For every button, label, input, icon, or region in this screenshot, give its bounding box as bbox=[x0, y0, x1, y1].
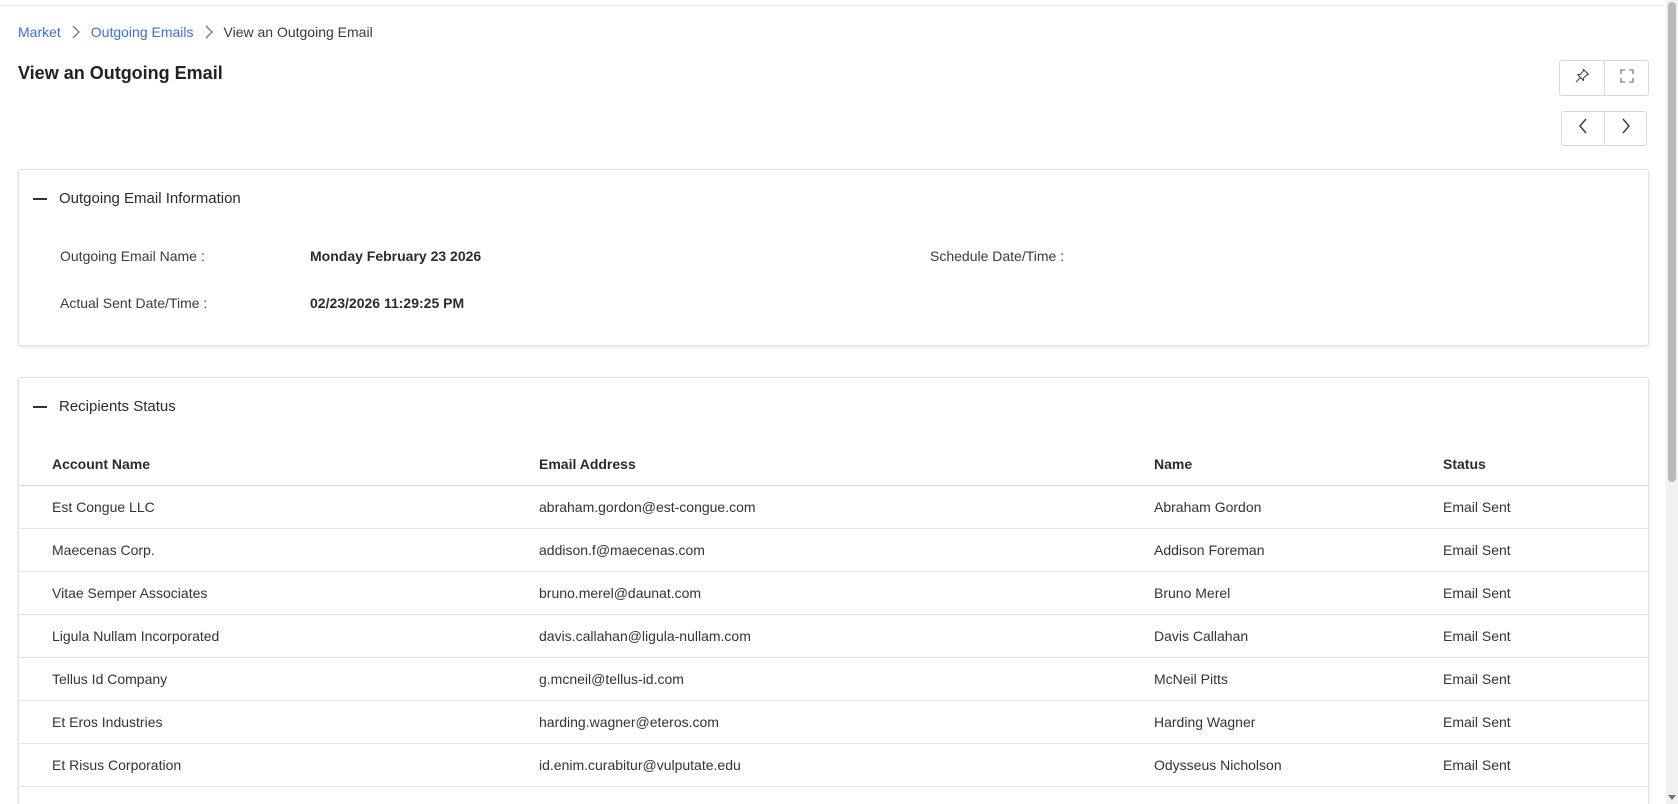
scrollbar-thumb[interactable] bbox=[1668, 2, 1676, 482]
outgoing-email-name-value: Monday February 23 2026 bbox=[310, 248, 482, 264]
account-name-cell: Et Risus Corporation bbox=[19, 743, 539, 787]
table-row[interactable]: Et Risus Corporation id.enim.curabitur@v… bbox=[19, 743, 1648, 787]
status-cell: Email Sent bbox=[1443, 743, 1648, 787]
previous-record-button[interactable] bbox=[1562, 112, 1604, 145]
name-cell: Odysseus Nicholson bbox=[1154, 743, 1443, 787]
chevron-right-icon bbox=[1621, 118, 1631, 139]
outgoing-email-name-label: Outgoing Email Name : bbox=[60, 248, 205, 264]
email-address-cell: harding.wagner@eteros.com bbox=[539, 700, 1154, 744]
name-cell: Abraham Gordon bbox=[1154, 485, 1443, 529]
record-navigation bbox=[1561, 111, 1647, 146]
outgoing-email-info-panel: Outgoing Email Information Outgoing Emai… bbox=[18, 169, 1649, 346]
account-name-cell: Maecenas Corp. bbox=[19, 528, 539, 572]
column-header-email-address[interactable]: Email Address bbox=[539, 448, 1154, 486]
section-title: Recipients Status bbox=[59, 398, 176, 415]
email-address-cell: bruno.merel@daunat.com bbox=[539, 571, 1154, 615]
table-row[interactable]: Tellus Id Company g.mcneil@tellus-id.com… bbox=[19, 657, 1648, 701]
name-cell: Bruno Merel bbox=[1154, 571, 1443, 615]
recipients-table: Account Name Email Address Name Status E… bbox=[19, 448, 1648, 787]
section-header: Recipients Status bbox=[33, 398, 176, 415]
top-border bbox=[0, 0, 1664, 6]
table-row[interactable]: Et Eros Industries harding.wagner@eteros… bbox=[19, 700, 1648, 744]
page-scrollbar[interactable] bbox=[1666, 0, 1678, 804]
breadcrumb: Market Outgoing Emails View an Outgoing … bbox=[18, 24, 373, 40]
chevron-right-icon bbox=[194, 24, 224, 40]
account-name-cell: Ligula Nullam Incorporated bbox=[19, 614, 539, 658]
expand-icon bbox=[1619, 68, 1635, 89]
status-cell: Email Sent bbox=[1443, 528, 1648, 572]
status-cell: Email Sent bbox=[1443, 657, 1648, 701]
name-cell: McNeil Pitts bbox=[1154, 657, 1443, 701]
column-header-status[interactable]: Status bbox=[1443, 448, 1648, 486]
chevron-left-icon bbox=[1578, 118, 1588, 139]
collapse-icon[interactable] bbox=[33, 197, 47, 200]
name-cell: Harding Wagner bbox=[1154, 700, 1443, 744]
status-cell: Email Sent bbox=[1443, 571, 1648, 615]
collapse-icon[interactable] bbox=[33, 405, 47, 408]
pin-icon bbox=[1574, 68, 1590, 89]
account-name-cell: Vitae Semper Associates bbox=[19, 571, 539, 615]
section-title: Outgoing Email Information bbox=[59, 190, 241, 207]
column-header-account-name[interactable]: Account Name bbox=[19, 448, 539, 486]
breadcrumb-current: View an Outgoing Email bbox=[223, 24, 373, 40]
section-header: Outgoing Email Information bbox=[33, 190, 241, 207]
table-row[interactable]: Vitae Semper Associates bruno.merel@daun… bbox=[19, 571, 1648, 615]
actual-sent-datetime-value: 02/23/2026 11:29:25 PM bbox=[310, 295, 465, 311]
name-cell: Addison Foreman bbox=[1154, 528, 1443, 572]
email-address-cell: addison.f@maecenas.com bbox=[539, 528, 1154, 572]
fullscreen-button[interactable] bbox=[1604, 61, 1648, 95]
status-cell: Email Sent bbox=[1443, 700, 1648, 744]
actual-sent-datetime-label: Actual Sent Date/Time : bbox=[60, 295, 208, 311]
next-record-button[interactable] bbox=[1604, 112, 1646, 145]
email-address-cell: davis.callahan@ligula-nullam.com bbox=[539, 614, 1154, 658]
email-address-cell: abraham.gordon@est-congue.com bbox=[539, 485, 1154, 529]
breadcrumb-market-link[interactable]: Market bbox=[18, 24, 61, 40]
page-tools bbox=[1559, 60, 1649, 96]
table-header-row: Account Name Email Address Name Status bbox=[19, 448, 1648, 486]
status-cell: Email Sent bbox=[1443, 614, 1648, 658]
status-cell: Email Sent bbox=[1443, 485, 1648, 529]
table-row[interactable]: Maecenas Corp. addison.f@maecenas.com Ad… bbox=[19, 528, 1648, 572]
account-name-cell: Et Eros Industries bbox=[19, 700, 539, 744]
table-row[interactable]: Est Congue LLC abraham.gordon@est-congue… bbox=[19, 485, 1648, 529]
recipients-status-panel: Recipients Status Account Name Email Add… bbox=[18, 377, 1649, 804]
chevron-right-icon bbox=[61, 24, 91, 40]
column-header-name[interactable]: Name bbox=[1154, 448, 1443, 486]
table-row[interactable]: Ligula Nullam Incorporated davis.callaha… bbox=[19, 614, 1648, 658]
email-address-cell: id.enim.curabitur@vulputate.edu bbox=[539, 743, 1154, 787]
schedule-datetime-label: Schedule Date/Time : bbox=[930, 248, 1065, 264]
email-address-cell: g.mcneil@tellus-id.com bbox=[539, 657, 1154, 701]
pin-button[interactable] bbox=[1560, 61, 1604, 95]
scroll-down-arrow-icon[interactable] bbox=[1668, 795, 1676, 800]
account-name-cell: Est Congue LLC bbox=[19, 485, 539, 529]
page-title: View an Outgoing Email bbox=[18, 63, 223, 83]
account-name-cell: Tellus Id Company bbox=[19, 657, 539, 701]
breadcrumb-outgoing-emails-link[interactable]: Outgoing Emails bbox=[91, 24, 194, 40]
name-cell: Davis Callahan bbox=[1154, 614, 1443, 658]
